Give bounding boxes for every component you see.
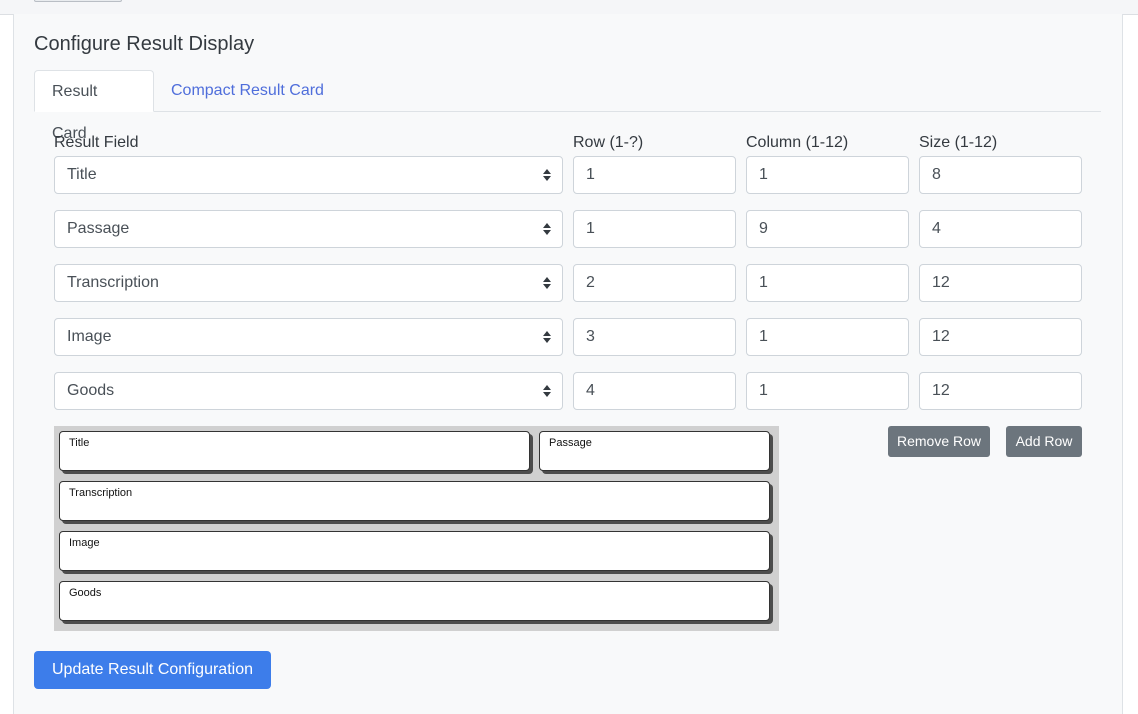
result-field-select[interactable]: Goods [54, 372, 563, 410]
select-sort-icon [543, 169, 551, 181]
top-button-edge[interactable] [34, 0, 122, 2]
tab-result-card[interactable]: Result Card [34, 70, 154, 142]
preview-cell-transcription: Transcription [59, 481, 770, 521]
remove-row-button[interactable]: Remove Row [888, 426, 990, 457]
column-header-result-field: Result Field [54, 134, 139, 151]
row-input[interactable]: 3 [573, 318, 736, 356]
column-input[interactable]: 9 [746, 210, 909, 248]
select-value: Passage [67, 220, 130, 237]
result-field-select[interactable]: Passage [54, 210, 563, 248]
size-input[interactable]: 12 [919, 318, 1082, 356]
layout-preview: Title Passage Transcription Image Goods [54, 426, 779, 631]
result-field-select[interactable]: Title [54, 156, 563, 194]
select-value: Goods [67, 382, 115, 399]
select-value: Image [67, 328, 112, 345]
size-input[interactable]: 4 [919, 210, 1082, 248]
size-input[interactable]: 12 [919, 372, 1082, 410]
page-title: Configure Result Display [34, 33, 255, 55]
add-row-button[interactable]: Add Row [1006, 426, 1082, 457]
column-header-column: Column (1-12) [746, 134, 849, 151]
preview-cell-title: Title [59, 431, 530, 471]
result-field-select[interactable]: Transcription [54, 264, 563, 302]
column-header-row: Row (1-?) [573, 134, 644, 151]
select-sort-icon [543, 277, 551, 289]
row-input[interactable]: 1 [573, 210, 736, 248]
select-sort-icon [543, 223, 551, 235]
column-header-size: Size (1-12) [919, 134, 998, 151]
preview-cell-goods: Goods [59, 581, 770, 621]
update-result-configuration-button[interactable]: Update Result Configuration [34, 651, 271, 689]
select-value: Transcription [67, 274, 159, 291]
size-input[interactable]: 12 [919, 264, 1082, 302]
size-input[interactable]: 8 [919, 156, 1082, 194]
column-input[interactable]: 1 [746, 264, 909, 302]
top-toolbar-strip [0, 0, 1138, 15]
result-field-select[interactable]: Image [54, 318, 563, 356]
select-sort-icon [543, 385, 551, 397]
row-input[interactable]: 2 [573, 264, 736, 302]
column-input[interactable]: 1 [746, 156, 909, 194]
column-input[interactable]: 1 [746, 372, 909, 410]
row-input[interactable]: 4 [573, 372, 736, 410]
select-sort-icon [543, 331, 551, 343]
row-input[interactable]: 1 [573, 156, 736, 194]
select-value: Title [67, 166, 97, 183]
column-input[interactable]: 1 [746, 318, 909, 356]
preview-cell-passage: Passage [539, 431, 770, 471]
preview-cell-image: Image [59, 531, 770, 571]
tab-compact-result-card[interactable]: Compact Result Card [154, 70, 341, 112]
